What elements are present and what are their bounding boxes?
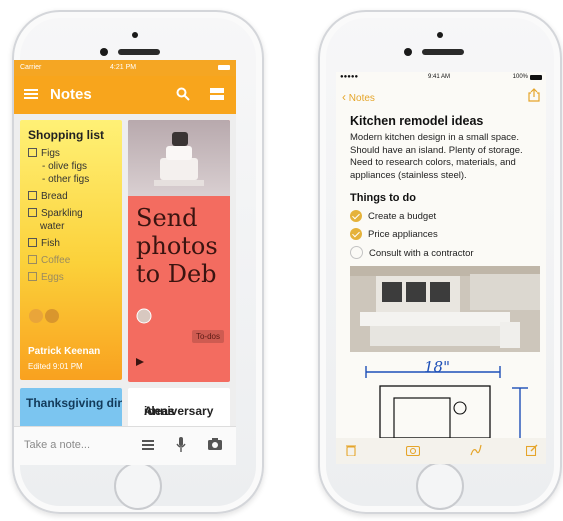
camera-icon[interactable]	[406, 444, 420, 456]
app-title: Notes	[50, 86, 92, 103]
earpiece-speaker	[118, 49, 160, 55]
checkbox-icon[interactable]	[28, 208, 37, 217]
note-title: Kitchen remodel ideas	[350, 114, 484, 128]
trash-icon[interactable]	[346, 444, 356, 456]
note-card-send-photos[interactable]: Send photos to Deb To-dos	[128, 120, 230, 382]
sketch-dimension-label: 18"	[424, 358, 450, 376]
keep-screen: Carrier 4:21 PM Notes Shopping list Figs…	[14, 60, 236, 465]
checkbox-icon[interactable]	[28, 238, 37, 247]
carrier-label: Carrier	[20, 64, 42, 71]
checklist-heading: Things to do	[350, 192, 416, 204]
note-body: Modern kitchen design in a small space. …	[350, 132, 523, 181]
view-toggle-icon[interactable]	[210, 88, 224, 100]
camera-icon[interactable]	[208, 438, 222, 450]
cake-photo	[128, 120, 230, 196]
empty-circle-icon[interactable]	[350, 246, 363, 259]
checklist-item[interactable]: Sparkling	[28, 208, 83, 219]
front-camera	[100, 48, 108, 56]
checklist-item[interactable]: Coffee	[28, 255, 70, 266]
checklist-item[interactable]: Figs	[28, 148, 60, 159]
checklist-item[interactable]: Create a budget	[350, 210, 436, 222]
front-sensor	[437, 32, 443, 38]
note-big-text: Send photos to Deb	[136, 204, 218, 288]
status-time: 9:41 AM	[428, 74, 451, 80]
checkbox-icon[interactable]	[28, 148, 37, 157]
back-button[interactable]: ‹ Notes	[342, 90, 375, 104]
collaborator-avatars	[29, 309, 59, 323]
checklist-item[interactable]: Eggs	[28, 272, 64, 283]
menu-icon[interactable]	[24, 88, 38, 100]
avatar	[136, 308, 152, 324]
note-title: Thanksgiving dinner RSVPs	[26, 396, 122, 410]
note-card-thanksgiving[interactable]: Thanksgiving dinner RSVPs	[20, 388, 122, 428]
battery-percent: 100%	[512, 74, 528, 80]
checkmark-circle-icon[interactable]	[350, 210, 362, 222]
checklist-subitem: water	[40, 221, 65, 232]
checkbox-icon[interactable]	[28, 255, 37, 264]
play-icon[interactable]	[136, 358, 144, 366]
app-bar: Notes	[14, 76, 236, 114]
status-bar: Carrier 4:21 PM	[14, 60, 236, 76]
note-owner: Patrick Keenan	[28, 346, 101, 357]
compose-icon[interactable]	[526, 444, 538, 456]
note-edited-time: Edited 9:01 PM	[28, 362, 83, 371]
home-button[interactable]	[114, 462, 162, 510]
list-icon[interactable]	[142, 440, 154, 450]
share-icon[interactable]	[528, 88, 540, 102]
checklist-item[interactable]: Consult with a contractor	[350, 246, 474, 259]
note-card-anniversary[interactable]: Anniversary ideas	[128, 388, 230, 428]
status-time: 4:21 PM	[110, 64, 137, 71]
checkmark-circle-icon[interactable]	[350, 228, 362, 240]
note-card-shopping-list[interactable]: Shopping list Figs - olive figs - other …	[20, 120, 122, 380]
front-camera	[404, 48, 412, 56]
mic-icon[interactable]	[176, 437, 186, 453]
checklist-subitem: - olive figs	[42, 161, 88, 172]
take-note-input[interactable]: Take a note...	[24, 439, 90, 451]
earpiece-speaker	[422, 49, 464, 55]
front-sensor	[132, 32, 138, 38]
status-bar: ●●●●● 9:41 AM 100%	[336, 72, 546, 84]
home-button[interactable]	[416, 462, 464, 510]
note-title: Shopping list	[28, 128, 104, 142]
checklist-item[interactable]: Bread	[28, 191, 68, 202]
checklist-subitem: - other figs	[42, 174, 90, 185]
carrier-label: ●●●●●	[340, 74, 359, 80]
checkbox-icon[interactable]	[28, 272, 37, 281]
search-icon[interactable]	[176, 87, 190, 101]
new-note-bar[interactable]: Take a note...	[14, 426, 236, 465]
checklist-item[interactable]: Price appliances	[350, 228, 438, 240]
chevron-left-icon: ‹	[342, 90, 346, 104]
battery-icon	[530, 75, 542, 80]
bottom-toolbar	[336, 438, 546, 464]
sketch-icon[interactable]	[470, 444, 482, 456]
checklist-item[interactable]: Fish	[28, 238, 60, 249]
checkbox-icon[interactable]	[28, 191, 37, 200]
kitchen-photo	[350, 266, 540, 352]
battery-icon	[218, 65, 230, 70]
label-chip[interactable]: To-dos	[191, 330, 224, 343]
notes-screen: ●●●●● 9:41 AM 100% ‹ Notes Kitchen remod…	[336, 72, 546, 464]
